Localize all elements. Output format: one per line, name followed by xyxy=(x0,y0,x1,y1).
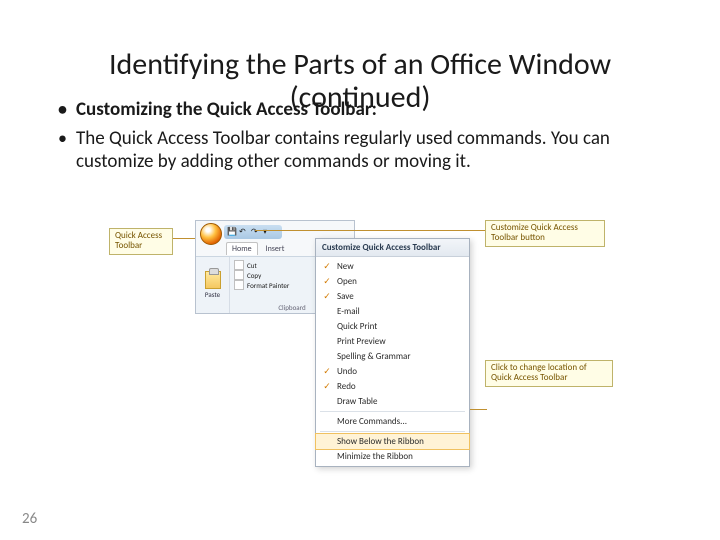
slide-title-line1: Identifying the Parts of an Office Windo… xyxy=(28,48,692,83)
dropdown-item-label: Show Below the Ribbon xyxy=(337,436,424,447)
bullet-list: Customizing the Quick Access Toolbar: Th… xyxy=(28,98,692,175)
dropdown-item-label: Minimize the Ribbon xyxy=(337,451,413,462)
callout-change-location: Click to change location of Quick Access… xyxy=(485,360,613,387)
paste-button[interactable]: Paste xyxy=(196,257,230,313)
scissors-icon xyxy=(234,260,244,270)
slide: Identifying the Parts of an Office Windo… xyxy=(0,0,720,540)
dropdown-item[interactable]: ✓ Save xyxy=(316,289,469,304)
bullet-1: Customizing the Quick Access Toolbar: xyxy=(58,98,692,121)
dropdown-item-label: New xyxy=(337,261,354,272)
dropdown-item-label: More Commands... xyxy=(337,416,407,427)
undo-icon: ↶ xyxy=(239,228,247,236)
check-icon: ✓ xyxy=(322,291,332,302)
brush-icon xyxy=(234,280,244,290)
check-icon: ✓ xyxy=(322,276,332,287)
dropdown-item-label: E-mail xyxy=(337,306,360,317)
quick-access-toolbar[interactable]: 💾 ↶ ↷ ▾ xyxy=(224,225,282,239)
check-icon: ✓ xyxy=(322,381,332,392)
figure-office-qat: Quick Access Toolbar 💾 ↶ ↷ ▾ Home Insert… xyxy=(115,220,615,445)
bullet-2: The Quick Access Toolbar contains regula… xyxy=(58,127,688,175)
dropdown-item[interactable]: ✓ Undo xyxy=(316,364,469,379)
copy-label: Copy xyxy=(247,271,261,280)
check-icon: ✓ xyxy=(322,366,332,377)
clipboard-icon xyxy=(205,271,221,289)
copy-icon xyxy=(234,270,244,280)
dropdown-item-label: Quick Print xyxy=(337,321,377,332)
dropdown-item-label: Redo xyxy=(337,381,356,392)
check-icon: ✓ xyxy=(322,261,332,272)
dropdown-item[interactable]: ✓ Redo xyxy=(316,379,469,394)
dropdown-item[interactable]: Draw Table xyxy=(316,394,469,409)
paste-label: Paste xyxy=(205,290,220,299)
dropdown-item-label: Save xyxy=(337,291,354,302)
cut-label: Cut xyxy=(247,261,257,270)
dropdown-item[interactable]: ✓ New xyxy=(316,259,469,274)
qat-customize-dropdown: Customize Quick Access Toolbar ✓ New ✓ Open… xyxy=(315,238,470,467)
callout-customize-button: Customize Quick Access Toolbar button xyxy=(485,220,605,247)
dropdown-item[interactable]: Quick Print xyxy=(316,319,469,334)
callout-qat: Quick Access Toolbar xyxy=(109,228,173,255)
office-button-icon xyxy=(200,223,222,245)
dropdown-list: ✓ New ✓ Open ✓ Save E-mail Quick Print Print Pre… xyxy=(316,257,469,466)
dropdown-title: Customize Quick Access Toolbar xyxy=(316,239,469,257)
tab-insert[interactable]: Insert xyxy=(266,244,285,254)
dropdown-separator xyxy=(320,411,465,412)
dropdown-item-label: Open xyxy=(337,276,357,287)
dropdown-item[interactable]: Show Below the Ribbon xyxy=(316,434,469,449)
dropdown-item[interactable]: Print Preview xyxy=(316,334,469,349)
format-painter-label: Format Painter xyxy=(247,281,289,290)
dropdown-item[interactable]: E-mail xyxy=(316,304,469,319)
dropdown-item[interactable]: Minimize the Ribbon xyxy=(316,449,469,464)
save-icon: 💾 xyxy=(227,228,235,236)
tab-home[interactable]: Home xyxy=(226,242,258,255)
page-number: 26 xyxy=(22,510,37,528)
dropdown-item-label: Undo xyxy=(337,366,357,377)
dropdown-item[interactable]: Spelling & Grammar xyxy=(316,349,469,364)
dropdown-item-label: Print Preview xyxy=(337,336,386,347)
dropdown-item[interactable]: ✓ Open xyxy=(316,274,469,289)
dropdown-separator xyxy=(320,431,465,432)
leader-customize xyxy=(255,230,485,231)
leader-location xyxy=(470,409,487,410)
dropdown-item[interactable]: More Commands... xyxy=(316,414,469,429)
dropdown-item-label: Draw Table xyxy=(337,396,377,407)
dropdown-item-label: Spelling & Grammar xyxy=(337,351,410,362)
